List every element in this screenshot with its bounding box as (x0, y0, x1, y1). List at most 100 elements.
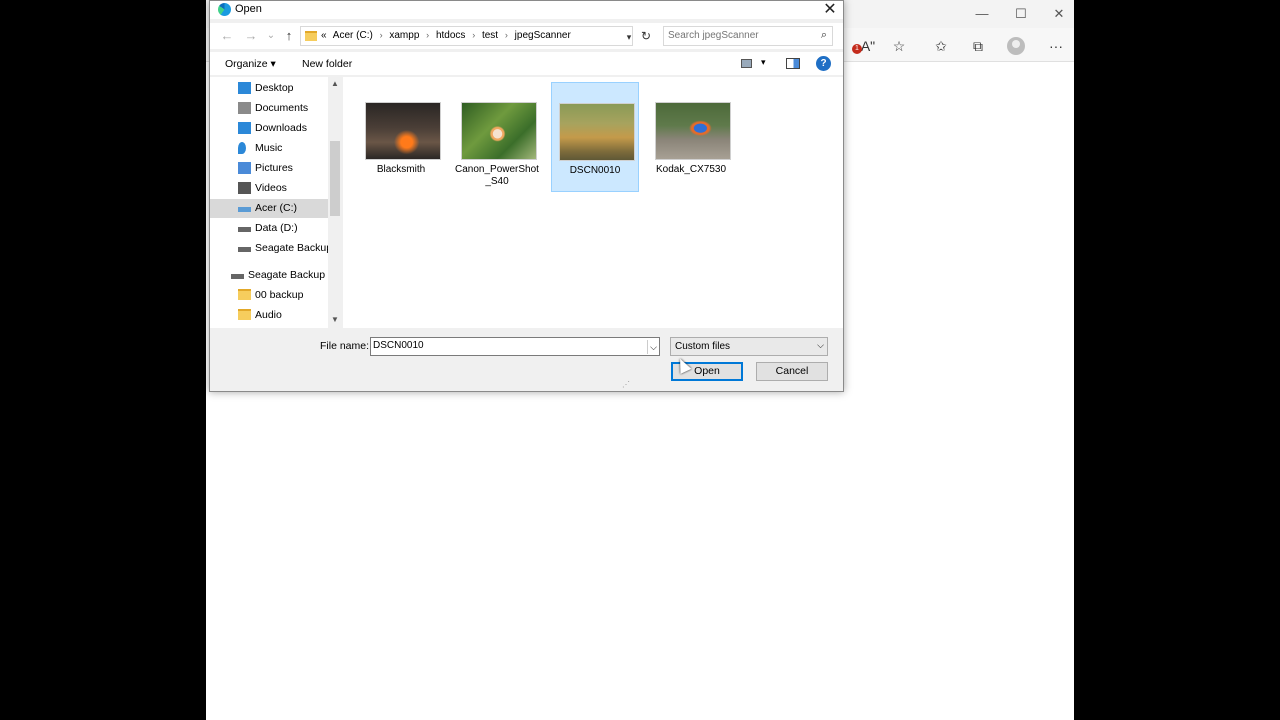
file-item-canon-powershot-s40[interactable]: Canon_PowerShot_S40 (454, 82, 542, 192)
file-type-select[interactable]: Custom files ⌵ (670, 337, 828, 356)
file-name-combobox[interactable]: ⌵ (370, 337, 660, 356)
more-menu-icon[interactable]: ··· (1046, 36, 1066, 56)
chevron-right-icon[interactable]: › (426, 30, 429, 40)
nav-item-acer-c[interactable]: Acer (C:) (210, 199, 328, 218)
cancel-button[interactable]: Cancel (756, 362, 828, 381)
profile-avatar-icon[interactable] (1007, 37, 1025, 55)
file-item-kodak-cx7530[interactable]: Kodak_CX7530 (648, 82, 736, 192)
search-icon[interactable]: ⌕ (821, 29, 827, 42)
file-item-dscn0010[interactable]: DSCN0010 (551, 82, 639, 192)
breadcrumb: « Acer (C:) › xampp › htdocs › test › jp… (321, 30, 575, 41)
chevron-down-icon[interactable]: ⌵ (817, 340, 824, 351)
file-list-pane: Blacksmith Canon_PowerShot_S40 DSCN0010 … (343, 77, 843, 328)
open-file-dialog: Open ✕ ← → ⌄ ↑ « Acer (C:) › xampp › htd… (209, 0, 844, 392)
breadcrumb-item[interactable]: xampp (389, 30, 419, 41)
favorites-icon[interactable]: ✩ (931, 36, 951, 56)
recent-locations-button[interactable]: ⌄ (262, 27, 280, 45)
scrollbar-thumb[interactable] (330, 141, 340, 216)
nav-item-label: Seagate Backup (255, 242, 328, 254)
breadcrumb-item[interactable]: test (482, 30, 498, 41)
nav-item-00-backup[interactable]: 00 backup (210, 286, 328, 305)
nav-item-seagate-backup[interactable]: Seagate Backup (210, 239, 328, 258)
preview-pane-icon[interactable] (786, 58, 800, 69)
chevron-right-icon[interactable]: › (505, 30, 508, 40)
back-button[interactable]: ← (218, 27, 236, 45)
refresh-button[interactable]: ↻ (638, 27, 654, 45)
videos-icon (238, 182, 251, 194)
nav-pane-scrollbar[interactable]: ▲ ▼ (328, 77, 342, 328)
nav-item-label: Documents (255, 102, 309, 114)
file-name-label: File name: (320, 340, 370, 352)
folder-icon (238, 289, 251, 300)
minimize-button[interactable]: — (967, 4, 997, 24)
new-folder-button[interactable]: New folder (302, 58, 352, 70)
nav-item-seagate-backup-p[interactable]: Seagate Backup P (210, 266, 328, 285)
chevron-down-icon[interactable]: ▾ (623, 30, 635, 44)
breadcrumb-item[interactable]: htdocs (436, 30, 465, 41)
file-name-label: DSCN0010 (569, 165, 621, 176)
chevron-right-icon[interactable]: › (380, 30, 383, 40)
nav-item-label: 00 backup (255, 289, 304, 301)
image-thumbnail (461, 102, 537, 160)
pictures-icon (238, 162, 251, 174)
command-bar: Organize ▾ New folder ▾ ? (210, 51, 843, 75)
file-type-value: Custom files (675, 341, 731, 352)
file-item-blacksmith[interactable]: Blacksmith (358, 82, 446, 192)
image-thumbnail (365, 102, 441, 160)
forward-button[interactable]: → (242, 27, 260, 45)
breadcrumb-overflow[interactable]: « (321, 30, 327, 41)
scroll-down-icon[interactable]: ▼ (331, 315, 339, 324)
dialog-title: Open (235, 3, 262, 15)
edge-app-icon (218, 3, 231, 16)
nav-item-audio[interactable]: Audio (210, 306, 328, 325)
navigation-pane: Desktop Documents Downloads Music Pictures Vi… (210, 77, 342, 328)
up-folder-button[interactable]: ↑ (280, 27, 298, 45)
dialog-footer: File name: ⌵ Custom files ⌵ Open Cancel (210, 329, 843, 391)
dialog-close-button[interactable]: ✕ (818, 1, 842, 19)
folder-icon (305, 31, 317, 41)
nav-item-data-d[interactable]: Data (D:) (210, 219, 328, 238)
search-input[interactable] (668, 30, 813, 41)
notification-badge: 1 (852, 44, 862, 54)
image-thumbnail (559, 103, 635, 161)
add-favorite-icon[interactable]: ☆ (889, 36, 909, 56)
search-box[interactable]: ⌕ (663, 26, 833, 46)
nav-item-label: Pictures (255, 162, 293, 174)
desktop-screen: — ☐ ✕ Aʺ ☆ ✩ ⧉ ··· 1 Open ✕ ← → ⌄ ↑ « Ac… (0, 0, 1280, 720)
nav-item-label: Music (255, 142, 283, 154)
file-name-input[interactable] (373, 340, 643, 351)
nav-item-label: Videos (255, 182, 287, 194)
nav-item-label: Data (D:) (255, 222, 298, 234)
organize-button[interactable]: Organize ▾ (225, 58, 276, 70)
chevron-right-icon[interactable]: › (472, 30, 475, 40)
navigation-row: ← → ⌄ ↑ « Acer (C:) › xampp › htdocs › t… (210, 23, 843, 49)
drive-icon (238, 227, 251, 232)
collections-icon[interactable]: ⧉ (968, 36, 988, 56)
scroll-up-icon[interactable]: ▲ (331, 79, 339, 88)
chevron-down-icon[interactable]: ⌵ (647, 340, 659, 354)
nav-item-label: Seagate Backup P (248, 269, 328, 281)
view-dropdown-icon[interactable]: ▾ (761, 57, 766, 68)
nav-item-music[interactable]: Music (210, 139, 328, 158)
nav-item-label: Downloads (255, 122, 307, 134)
downloads-icon (238, 122, 251, 134)
file-name-label: Blacksmith (376, 164, 426, 175)
nav-item-downloads[interactable]: Downloads (210, 119, 328, 138)
nav-item-documents[interactable]: Documents (210, 99, 328, 118)
view-options-icon[interactable] (741, 59, 752, 68)
nav-item-pictures[interactable]: Pictures (210, 159, 328, 178)
drive-icon (231, 274, 244, 279)
nav-item-label: Desktop (255, 82, 294, 94)
nav-item-videos[interactable]: Videos (210, 179, 328, 198)
close-window-button[interactable]: ✕ (1044, 4, 1074, 24)
resize-grip-icon[interactable]: ⋰ (622, 380, 630, 389)
address-bar[interactable]: « Acer (C:) › xampp › htdocs › test › jp… (300, 26, 633, 46)
breadcrumb-item[interactable]: Acer (C:) (333, 30, 373, 41)
drive-icon (238, 247, 251, 252)
help-icon[interactable]: ? (816, 56, 831, 71)
nav-item-desktop[interactable]: Desktop (210, 79, 328, 98)
maximize-button[interactable]: ☐ (1006, 4, 1036, 24)
nav-item-label: Acer (C:) (255, 202, 297, 214)
breadcrumb-item[interactable]: jpegScanner (515, 30, 571, 41)
documents-icon (238, 102, 251, 114)
